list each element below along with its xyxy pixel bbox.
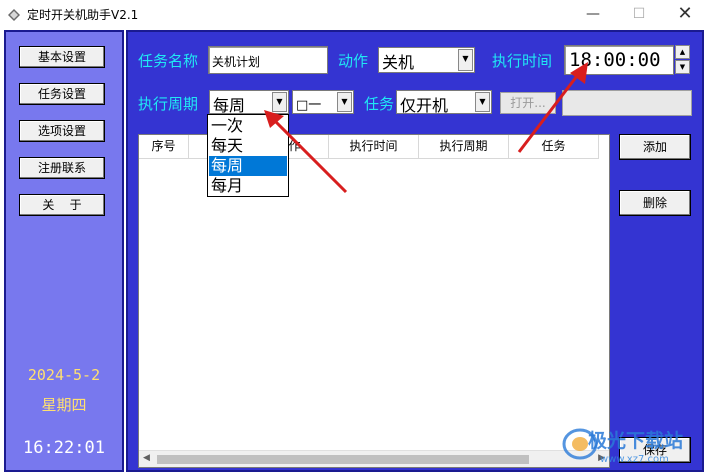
- minimize-button[interactable]: —: [570, 0, 616, 30]
- horizontal-scrollbar[interactable]: ◀ ▶: [139, 450, 609, 467]
- column-header-index[interactable]: 序号: [139, 135, 189, 159]
- period-option-monthly[interactable]: 每月: [209, 176, 287, 196]
- exec-time-input[interactable]: 18:00:00: [564, 45, 674, 75]
- sidebar-panel: 基本设置 任务设置 选项设置 注册联系 关 于 2024-5-2 星期四 16:…: [4, 30, 124, 472]
- scroll-left-icon[interactable]: ◀: [143, 453, 150, 463]
- task-select[interactable]: 仅开机 ▼: [396, 90, 492, 114]
- action-label: 动作: [338, 52, 369, 70]
- column-header-period[interactable]: 执行周期: [419, 135, 509, 159]
- about-button[interactable]: 关 于: [19, 194, 105, 216]
- time-spin-up-icon[interactable]: ▲: [675, 45, 690, 59]
- period-dropdown-list[interactable]: 一次 每天 每周 每月: [207, 114, 289, 197]
- open-file-button[interactable]: 打开...: [500, 92, 556, 114]
- column-header-exec-time[interactable]: 执行时间: [329, 135, 419, 159]
- watermark-url: www.xz7.com: [600, 454, 669, 465]
- current-weekday: 星期四: [41, 396, 87, 414]
- weekday-select-value: □一: [296, 98, 322, 113]
- exec-time-label: 执行时间: [492, 52, 553, 70]
- watermark-text: 极光下载站: [588, 430, 684, 452]
- action-select-value: 关机: [382, 53, 415, 72]
- chevron-down-icon[interactable]: ▼: [475, 92, 490, 112]
- chevron-down-icon[interactable]: ▼: [337, 92, 352, 112]
- current-date: 2024-5-2: [27, 366, 101, 384]
- weekday-select[interactable]: □一 ▼: [292, 90, 354, 114]
- column-header-task[interactable]: 任务: [509, 135, 599, 159]
- maximize-button[interactable]: ☐: [616, 0, 662, 30]
- app-icon: [8, 9, 20, 21]
- current-clock: 16:22:01: [23, 438, 105, 458]
- task-select-value: 仅开机: [400, 96, 449, 114]
- task-label: 任务: [364, 95, 395, 113]
- option-settings-button[interactable]: 选项设置: [19, 120, 105, 142]
- task-name-label: 任务名称: [138, 52, 199, 70]
- scroll-thumb[interactable]: [157, 455, 529, 464]
- period-select[interactable]: 每周 ▼: [209, 90, 289, 114]
- period-label: 执行周期: [138, 95, 199, 113]
- action-select[interactable]: 关机 ▼: [378, 47, 475, 73]
- basic-settings-button[interactable]: 基本设置: [19, 46, 105, 68]
- close-button[interactable]: ✕: [662, 0, 708, 30]
- delete-button[interactable]: 删除: [619, 190, 691, 216]
- task-settings-button[interactable]: 任务设置: [19, 83, 105, 105]
- chevron-down-icon[interactable]: ▼: [272, 92, 287, 112]
- add-button[interactable]: 添加: [619, 134, 691, 160]
- chevron-down-icon[interactable]: ▼: [458, 49, 473, 71]
- period-option-daily[interactable]: 每天: [209, 136, 287, 156]
- period-option-once[interactable]: 一次: [209, 116, 287, 136]
- title-bar: 定时开关机助手V2.1 — ☐ ✕: [0, 0, 708, 30]
- period-option-weekly[interactable]: 每周: [209, 156, 287, 176]
- register-contact-button[interactable]: 注册联系: [19, 157, 105, 179]
- time-spin-down-icon[interactable]: ▼: [675, 60, 690, 74]
- main-panel: 任务名称 关机计划 动作 关机 ▼ 执行时间 18:00:00 ▲ ▼ 执行周期…: [126, 30, 704, 472]
- file-path-field: [562, 90, 692, 116]
- window-title: 定时开关机助手V2.1: [27, 8, 139, 22]
- task-name-input[interactable]: 关机计划: [208, 46, 328, 74]
- period-select-value: 每周: [213, 96, 246, 114]
